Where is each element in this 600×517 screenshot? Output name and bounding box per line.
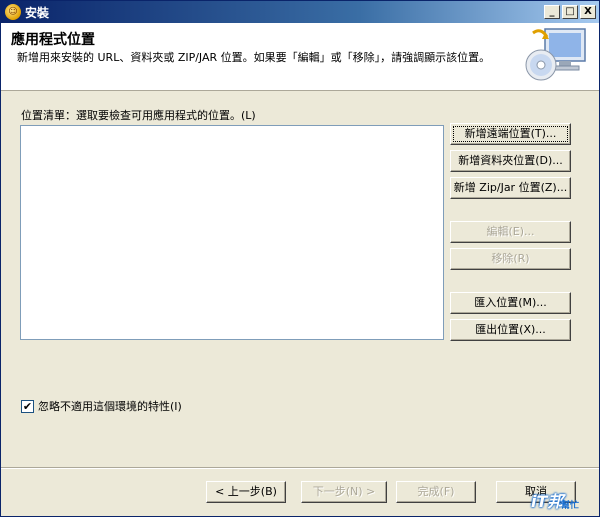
import-locations-button[interactable]: 匯入位置(M)...	[450, 292, 571, 314]
export-locations-button[interactable]: 匯出位置(X)...	[450, 319, 571, 341]
footer-separator	[1, 467, 599, 469]
remove-button[interactable]: 移除(R)	[450, 248, 571, 270]
install-cd-icon	[525, 28, 586, 81]
install-window: ☺ 安裝 _ □ X 應用程式位置 新增用來安裝的 URL、資料夾或 ZIP/J…	[0, 0, 600, 517]
next-button[interactable]: 下一步(N) >	[301, 481, 387, 503]
site-watermark-logo: iT邦 幫忙	[527, 480, 597, 514]
add-folder-location-button[interactable]: 新增資料夾位置(D)...	[450, 150, 571, 172]
close-button[interactable]: X	[580, 5, 596, 19]
page-title: 應用程式位置	[11, 32, 95, 48]
ignore-features-row[interactable]: ✔ 忽略不適用這個環境的特性(I)	[21, 398, 182, 414]
location-list[interactable]	[20, 125, 444, 340]
ignore-features-label: 忽略不適用這個環境的特性(I)	[38, 400, 182, 413]
edit-button[interactable]: 編輯(E)...	[450, 221, 571, 243]
ignore-features-checkbox[interactable]: ✔	[21, 399, 34, 413]
wizard-header: 應用程式位置 新增用來安裝的 URL、資料夾或 ZIP/JAR 位置。如果要「編…	[1, 23, 599, 91]
watermark-text: iT邦	[531, 492, 564, 511]
maximize-button[interactable]: □	[562, 5, 578, 19]
app-icon: ☺	[5, 4, 21, 20]
minimize-button[interactable]: _	[544, 5, 560, 19]
add-remote-location-button[interactable]: 新增遠端位置(T)...	[450, 123, 571, 145]
back-button[interactable]: < 上一步(B)	[206, 481, 286, 503]
title-bar[interactable]: ☺ 安裝 _ □ X	[1, 1, 599, 23]
add-zip-location-button[interactable]: 新增 Zip/Jar 位置(Z)...	[450, 177, 571, 199]
location-list-label: 位置清單：選取要檢查可用應用程式的位置。(L)	[21, 109, 256, 122]
watermark-sub: 幫忙	[561, 501, 580, 511]
window-title: 安裝	[25, 5, 50, 20]
finish-button[interactable]: 完成(F)	[396, 481, 476, 503]
page-description: 新增用來安裝的 URL、資料夾或 ZIP/JAR 位置。如果要「編輯」或「移除」…	[17, 51, 491, 64]
